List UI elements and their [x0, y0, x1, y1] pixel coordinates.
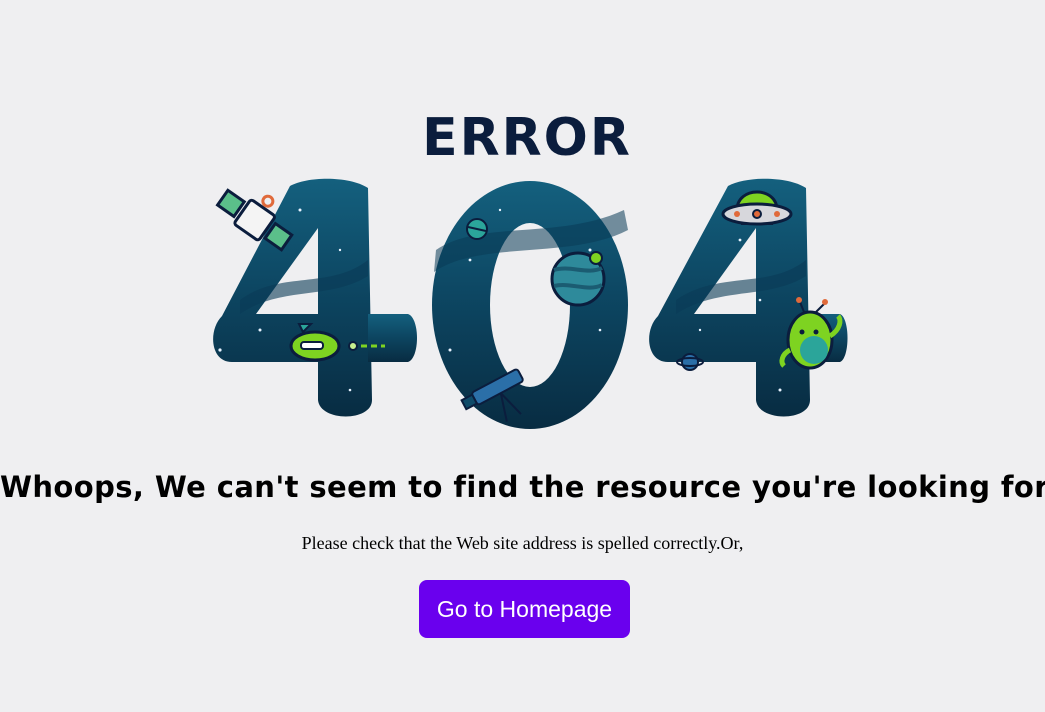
- error-headline: Whoops, We can't seem to find the resour…: [0, 470, 1045, 504]
- go-to-homepage-button[interactable]: Go to Homepage: [419, 580, 630, 638]
- error-404-illustration: ERROR: [213, 108, 848, 429]
- error-page: ERROR Whoops, We can't seem to find the …: [0, 0, 1045, 712]
- error-label: ERROR: [422, 108, 632, 168]
- planet-small-icon: [466, 218, 488, 240]
- planet-icon: [550, 251, 606, 307]
- error-subtext: Please check that the Web site address i…: [301, 533, 744, 553]
- digit-zero: [432, 181, 628, 429]
